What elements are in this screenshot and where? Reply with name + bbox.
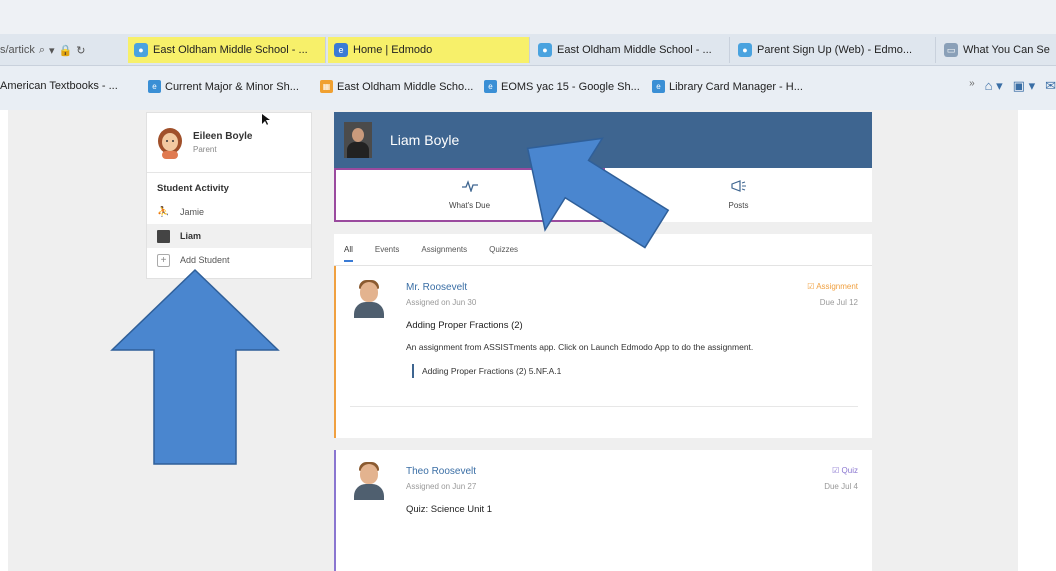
address-bar[interactable]: s/artick ⌕ ▾ 🔒 ↻	[0, 42, 85, 58]
plus-icon: +	[157, 253, 170, 267]
assignment-title: Adding Proper Fractions (2)	[406, 320, 523, 331]
pulse-icon	[461, 180, 478, 195]
assignment-badge: ☑ Assignment	[807, 282, 858, 291]
quiz-badge: ☑ Quiz	[832, 466, 858, 475]
card-divider	[350, 406, 858, 407]
edmodo-icon: e	[334, 43, 348, 57]
due-date: Due Jul 4	[824, 482, 858, 491]
feeds-icon[interactable]: ▣ ▾	[1013, 78, 1035, 94]
site-icon: ▦	[320, 80, 333, 93]
filter-tab-all[interactable]: All	[344, 245, 353, 262]
lock-icon: 🔒	[58, 44, 73, 57]
sidebar-item-liam[interactable]: Liam	[147, 224, 311, 248]
favorite-item[interactable]: American Textbooks - ...	[0, 80, 118, 92]
quiz-card[interactable]: Theo Roosevelt Assigned on Jun 27 ☑ Quiz…	[334, 450, 872, 571]
filter-tab-assignments[interactable]: Assignments	[421, 245, 467, 254]
globe-icon: ●	[738, 43, 752, 57]
search-icon[interactable]: ⌕	[39, 44, 45, 57]
browser-tab-bar: s/artick ⌕ ▾ 🔒 ↻ ● East Oldham Middle Sc…	[0, 34, 1056, 66]
favorite-item[interactable]: e Current Major & Minor Sh...	[148, 80, 299, 93]
ie-page-icon: e	[484, 80, 497, 93]
quiz-title: Quiz: Science Unit 1	[406, 504, 493, 515]
assigned-date: Assigned on Jun 30	[406, 298, 477, 307]
assigned-date: Assigned on Jun 27	[406, 482, 477, 491]
tab-label: East Oldham Middle School - ...	[557, 44, 712, 56]
assignment-card[interactable]: Mr. Roosevelt Assigned on Jun 30 ☑ Assig…	[334, 266, 872, 438]
window-top-strip	[0, 0, 1056, 34]
chevron-more-icon[interactable]: »	[969, 78, 975, 94]
sidebar-item-jamie[interactable]: ⛹ Jamie	[147, 200, 311, 224]
browser-tab[interactable]: ▭ What You Can Se	[938, 37, 1056, 63]
tab-label: What's Due	[448, 201, 491, 210]
quiz-badge-label: Quiz	[841, 466, 858, 475]
favorite-label: American Textbooks - ...	[0, 80, 118, 92]
teacher-avatar	[354, 280, 384, 318]
sidebar-item-label: Liam	[180, 231, 202, 241]
add-student-label: Add Student	[180, 255, 230, 265]
student-activity-heading: Student Activity	[157, 183, 229, 194]
student-photo	[344, 122, 372, 158]
favorite-item[interactable]: e EOMS yac 15 - Google Sh...	[484, 80, 640, 93]
student-name: Liam Boyle	[390, 132, 460, 148]
annotation-arrow-left	[526, 137, 670, 249]
favorites-bar: American Textbooks - ... e Current Major…	[0, 66, 1056, 110]
megaphone-icon	[730, 180, 747, 195]
quiz-icon: ☑	[832, 466, 840, 475]
ie-page-icon: e	[652, 80, 665, 93]
parent-profile[interactable]: Eileen Boyle Parent	[147, 113, 311, 173]
teacher-name[interactable]: Mr. Roosevelt	[406, 282, 467, 293]
parent-role: Parent	[193, 145, 217, 154]
assignment-description: An assignment from ASSISTments app. Clic…	[406, 342, 754, 352]
browser-tab-active[interactable]: e Home | Edmodo	[328, 37, 530, 63]
tab-label: Home | Edmodo	[353, 44, 433, 56]
command-bar: » ⌂ ▾ ▣ ▾ ✉	[969, 78, 1056, 94]
browser-tab[interactable]: ● Parent Sign Up (Web) - Edmo...	[732, 37, 936, 63]
student-photo-icon	[157, 229, 170, 243]
home-icon[interactable]: ⌂ ▾	[985, 78, 1003, 94]
tab-label: Parent Sign Up (Web) - Edmo...	[757, 44, 913, 56]
assignment-badge-label: Assignment	[816, 282, 858, 291]
dropdown-icon[interactable]: ▾	[49, 44, 55, 57]
due-date: Due Jul 12	[819, 298, 858, 307]
filter-tab-events[interactable]: Events	[375, 245, 399, 254]
mouse-cursor	[262, 114, 270, 125]
address-text: s/artick	[0, 44, 35, 56]
parent-name: Eileen Boyle	[193, 131, 253, 142]
mail-icon[interactable]: ✉	[1045, 78, 1056, 94]
favorite-label: Library Card Manager - H...	[669, 80, 803, 93]
browser-tab[interactable]: ● East Oldham Middle School - ...	[532, 37, 730, 63]
annotation-arrow-up	[110, 268, 280, 465]
refresh-icon[interactable]: ↻	[76, 44, 85, 57]
assignment-link[interactable]: Adding Proper Fractions (2) 5.NF.A.1	[412, 364, 561, 378]
student-icon: ⛹	[157, 206, 170, 218]
favorite-item[interactable]: ▦ East Oldham Middle Scho...	[320, 80, 473, 93]
assignment-icon: ☑	[807, 282, 815, 291]
page-icon: ▭	[944, 43, 958, 57]
globe-icon: ●	[134, 43, 148, 57]
sidebar: Eileen Boyle Parent Student Activity ⛹ J…	[146, 112, 312, 279]
favorite-item[interactable]: e Library Card Manager - H...	[652, 80, 803, 93]
tab-label: Posts	[728, 201, 749, 210]
teacher-avatar	[354, 462, 384, 500]
tab-label: What You Can Se	[963, 44, 1050, 56]
favorite-label: EOMS yac 15 - Google Sh...	[501, 80, 640, 93]
tab-label: East Oldham Middle School - ...	[153, 44, 308, 56]
teacher-name[interactable]: Theo Roosevelt	[406, 466, 476, 477]
favorite-label: Current Major & Minor Sh...	[165, 80, 299, 93]
sidebar-item-label: Jamie	[180, 207, 205, 217]
page-right-margin	[1018, 110, 1056, 571]
ie-page-icon: e	[148, 80, 161, 93]
globe-icon: ●	[538, 43, 552, 57]
favorite-label: East Oldham Middle Scho...	[337, 80, 474, 93]
browser-tab[interactable]: ● East Oldham Middle School - ...	[128, 37, 326, 63]
page-left-margin	[0, 110, 8, 571]
avatar	[157, 127, 183, 159]
